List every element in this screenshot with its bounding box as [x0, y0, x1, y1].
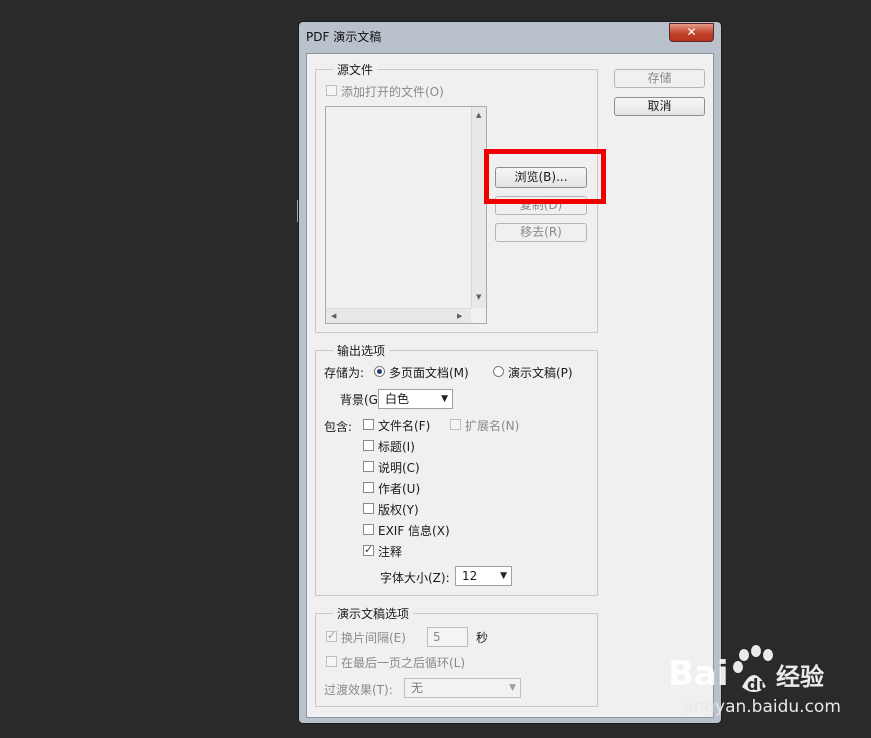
- transition-label: 过渡效果(T):: [324, 683, 393, 697]
- add-open-files-checkbox[interactable]: [326, 85, 337, 96]
- checkbox-extension-label: 扩展名(N): [465, 419, 520, 433]
- checkbox-copyright[interactable]: [363, 503, 374, 514]
- checkbox-description-label: 说明(C): [378, 461, 420, 475]
- scroll-up-icon[interactable]: ▲: [476, 111, 481, 119]
- checkbox-filename[interactable]: [363, 419, 374, 430]
- checkbox-extension[interactable]: [450, 419, 461, 430]
- include-label: 包含:: [324, 420, 353, 434]
- scroll-down-icon[interactable]: ▼: [476, 293, 481, 301]
- checkmark-icon: ✓: [327, 629, 337, 642]
- checkbox-author[interactable]: [363, 482, 374, 493]
- checkbox-annotations-label: 注释: [378, 545, 403, 559]
- cancel-button[interactable]: 取消: [614, 97, 705, 116]
- scroll-right-icon[interactable]: ▶: [457, 312, 462, 320]
- radio-multipage[interactable]: [374, 366, 385, 377]
- output-options-legend: 输出选项: [333, 342, 390, 359]
- chevron-down-icon: ▼: [500, 571, 507, 581]
- svg-text:经验: 经验: [776, 663, 824, 691]
- watermark-url: jingyan.baidu.com: [684, 697, 841, 717]
- close-icon: ✕: [686, 25, 697, 39]
- checkbox-loop[interactable]: [326, 656, 337, 667]
- transition-select[interactable]: 无 ▼: [404, 678, 521, 698]
- background-select[interactable]: 白色 ▼: [378, 389, 453, 409]
- checkbox-description[interactable]: [363, 461, 374, 472]
- checkbox-copyright-label: 版权(Y): [378, 503, 419, 517]
- window-title: PDF 演示文稿: [306, 30, 382, 44]
- checkbox-title[interactable]: [363, 440, 374, 451]
- checkbox-advance[interactable]: ✓: [326, 629, 337, 642]
- radio-presentation[interactable]: [493, 366, 504, 377]
- radio-multipage-label[interactable]: 多页面文档(M): [389, 364, 469, 381]
- checkbox-filename-label: 文件名(F): [378, 419, 431, 433]
- checkbox-advance-label: 换片间隔(E): [341, 631, 406, 645]
- remove-button[interactable]: 移去(R): [495, 223, 587, 242]
- svg-text:Bai: Bai: [668, 654, 729, 694]
- chevron-down-icon: ▼: [441, 394, 448, 404]
- seconds-unit-label: 秒: [476, 631, 489, 645]
- red-highlight-box: [484, 149, 606, 204]
- checkbox-author-label: 作者(U): [378, 482, 421, 496]
- advance-seconds-input[interactable]: 5: [427, 627, 468, 647]
- output-options-group: [315, 350, 598, 596]
- font-size-label: 字体大小(Z):: [380, 571, 450, 585]
- chevron-down-icon: ▼: [509, 683, 516, 693]
- checkbox-exif-label: EXIF 信息(X): [378, 524, 450, 538]
- add-open-files-label: 添加打开的文件(O): [341, 85, 444, 99]
- title-bar[interactable]: PDF 演示文稿 ✕: [299, 22, 721, 48]
- font-size-value: 12: [462, 569, 478, 583]
- checkbox-title-label: 标题(I): [378, 440, 415, 454]
- file-list-area[interactable]: [326, 107, 471, 308]
- vertical-scrollbar[interactable]: ▲ ▼: [471, 107, 486, 308]
- save-button[interactable]: 存储: [614, 69, 705, 88]
- scroll-left-icon[interactable]: ◀: [331, 312, 336, 320]
- transition-value: 无: [411, 681, 424, 695]
- close-button[interactable]: ✕: [669, 23, 714, 42]
- source-file-list[interactable]: ▲ ▼ ◀ ▶: [325, 106, 487, 324]
- checkbox-exif[interactable]: [363, 524, 374, 535]
- baidu-jingyan-watermark-logo: Bai du 经验: [668, 645, 824, 694]
- radio-presentation-label[interactable]: 演示文稿(P): [508, 364, 573, 381]
- svg-text:du: du: [747, 675, 770, 694]
- source-files-legend: 源文件: [333, 61, 378, 78]
- checkbox-loop-label: 在最后一页之后循环(L): [341, 656, 466, 670]
- background-value: 白色: [385, 392, 410, 406]
- checkmark-icon: ✓: [364, 543, 374, 556]
- checkbox-annotations[interactable]: ✓: [363, 543, 374, 556]
- presentation-options-legend: 演示文稿选项: [333, 605, 414, 622]
- horizontal-scrollbar[interactable]: ◀ ▶: [326, 308, 471, 323]
- save-as-label: 存储为:: [324, 366, 365, 380]
- font-size-select[interactable]: 12 ▼: [455, 566, 512, 586]
